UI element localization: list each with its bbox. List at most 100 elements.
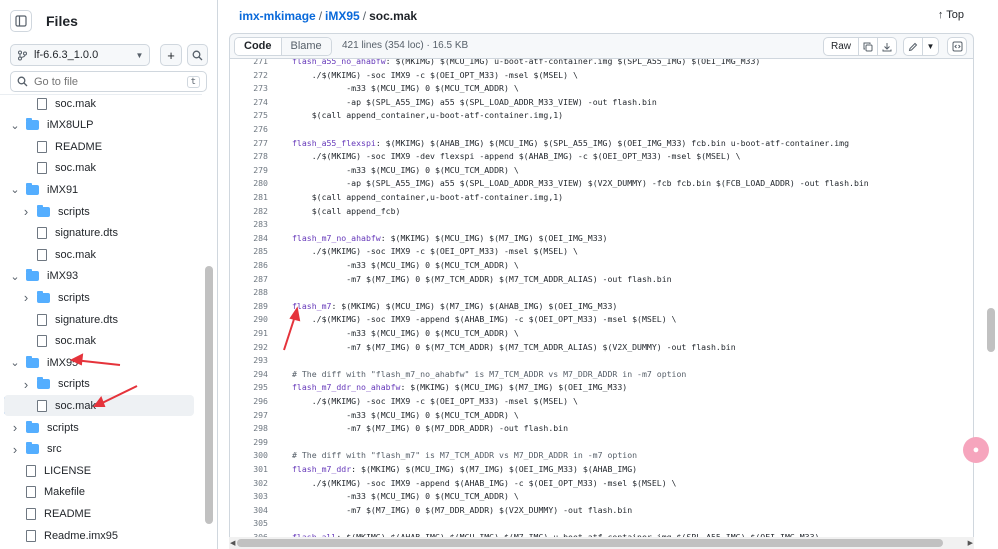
search-button[interactable] [186, 44, 208, 66]
edit-options-button[interactable]: ▼ [923, 37, 939, 56]
chevron-down-icon[interactable]: ⌄ [10, 270, 20, 283]
line-number[interactable]: 273 [238, 82, 268, 95]
line-number[interactable]: 277 [238, 137, 268, 150]
tree-folder-item[interactable]: ⌄ iMX95 [4, 352, 194, 373]
breadcrumb-repo-link[interactable]: imx-mkimage [239, 9, 316, 23]
line-number[interactable]: 283 [238, 218, 268, 231]
sidebar-scrollbar[interactable] [205, 266, 213, 524]
tree-file-item[interactable]: soc.mak [4, 395, 194, 417]
line-number[interactable]: 271 [238, 59, 268, 68]
line-number[interactable]: 288 [238, 286, 268, 299]
tree-file-item[interactable]: LICENSE [4, 460, 194, 481]
line-number[interactable]: 304 [238, 504, 268, 517]
code-text: flash_a55_flexspi: $(MKIMG) $(AHAB_IMG) … [292, 137, 849, 150]
code-text: -m33 $(MCU_IMG) 0 $(MCU_TCM_ADDR) \ [292, 328, 519, 338]
tree-item-label: iMX93 [47, 270, 79, 283]
code-text: -ap $(SPL_A55_IMG) a55 $(SPL_LOAD_ADDR_M… [292, 96, 657, 107]
tree-file-item[interactable]: signature.dts [4, 309, 194, 330]
folder-icon [37, 290, 50, 303]
file-icon [37, 140, 47, 153]
tree-folder-item[interactable]: ⌄ iMX8ULP [4, 115, 194, 136]
symbols-panel-button[interactable] [947, 37, 967, 56]
line-number[interactable]: 300 [238, 449, 268, 462]
line-number[interactable]: 278 [238, 150, 268, 163]
breadcrumb-folder-link[interactable]: iMX95 [325, 9, 360, 23]
chevron-right-icon[interactable]: › [21, 204, 31, 219]
tree-folder-item[interactable]: ⌄ iMX93 [4, 266, 194, 287]
line-number[interactable]: 291 [238, 327, 268, 340]
line-number[interactable]: 281 [238, 191, 268, 204]
tree-file-item[interactable]: README [4, 136, 194, 157]
download-button[interactable] [878, 37, 897, 56]
line-number[interactable]: 305 [238, 517, 268, 530]
line-number[interactable]: 302 [238, 477, 268, 490]
chevron-right-icon[interactable]: › [21, 290, 31, 305]
collapse-sidebar-button[interactable] [10, 10, 32, 32]
line-number[interactable]: 292 [238, 341, 268, 354]
tab-code[interactable]: Code [235, 38, 282, 55]
code-text: ./$(MKIMG) -soc IMX9 -c $(OEI_OPT_M33) -… [292, 246, 578, 257]
line-number[interactable]: 284 [238, 232, 268, 245]
scroll-left-icon[interactable]: ◀ [230, 539, 235, 547]
line-number[interactable]: 290 [238, 313, 268, 326]
line-number[interactable]: 293 [238, 354, 268, 367]
line-number[interactable]: 287 [238, 273, 268, 286]
edit-button[interactable] [903, 37, 923, 56]
code-line: 282 $(call append_fcb) [230, 205, 973, 218]
line-number[interactable]: 272 [238, 69, 268, 82]
page-scrollbar[interactable] [987, 308, 995, 352]
tree-file-item[interactable]: soc.mak [4, 158, 194, 179]
copy-raw-button[interactable] [859, 37, 878, 56]
line-number[interactable]: 280 [238, 177, 268, 190]
tree-folder-item[interactable]: ⌄ iMX91 [4, 179, 194, 200]
tree-folder-item[interactable]: › src [4, 439, 194, 460]
code-text: flash_m7: $(MKIMG) $(MCU_IMG) $(M7_IMG) … [292, 300, 617, 313]
line-number[interactable]: 298 [238, 422, 268, 435]
line-number[interactable]: 276 [238, 123, 268, 136]
floating-assistant-icon[interactable]: ● [963, 437, 989, 463]
copy-icon [863, 42, 873, 51]
chevron-down-icon[interactable]: ⌄ [10, 183, 20, 196]
line-number[interactable]: 297 [238, 409, 268, 422]
go-to-file-field[interactable]: t [10, 71, 207, 92]
line-number[interactable]: 294 [238, 368, 268, 381]
tree-folder-item[interactable]: › scripts [4, 374, 194, 395]
scroll-right-icon[interactable]: ▶ [968, 539, 973, 547]
line-number[interactable]: 299 [238, 436, 268, 449]
chevron-right-icon[interactable]: › [10, 420, 20, 435]
tree-file-item[interactable]: Makefile [4, 482, 194, 503]
line-number[interactable]: 286 [238, 259, 268, 272]
line-number[interactable]: 285 [238, 245, 268, 258]
tree-file-item[interactable]: soc.mak [4, 331, 194, 352]
line-number[interactable]: 282 [238, 205, 268, 218]
line-number[interactable]: 275 [238, 109, 268, 122]
chevron-down-icon[interactable]: ⌄ [10, 356, 20, 369]
tree-file-item[interactable]: README [4, 503, 194, 524]
line-number[interactable]: 295 [238, 381, 268, 394]
back-to-top-button[interactable]: ↑ Top [938, 9, 964, 21]
add-file-button[interactable]: + [160, 44, 182, 66]
tree-folder-item[interactable]: › scripts [4, 287, 194, 308]
tree-file-item[interactable]: soc.mak [4, 244, 194, 265]
line-number[interactable]: 274 [238, 96, 268, 109]
scrollbar-thumb[interactable] [237, 539, 943, 547]
line-number[interactable]: 289 [238, 300, 268, 313]
line-number[interactable]: 301 [238, 463, 268, 476]
tree-folder-item[interactable]: › scripts [4, 201, 194, 222]
plus-icon: + [167, 47, 175, 63]
line-number[interactable]: 296 [238, 395, 268, 408]
chevron-right-icon[interactable]: › [10, 442, 20, 457]
tree-file-item[interactable]: soc.mak [4, 95, 194, 114]
code-horizontal-scrollbar[interactable]: ◀ ▶ [229, 537, 974, 549]
raw-button[interactable]: Raw [822, 37, 859, 56]
line-number[interactable]: 303 [238, 490, 268, 503]
tab-blame[interactable]: Blame [281, 38, 331, 55]
chevron-down-icon[interactable]: ⌄ [10, 119, 20, 132]
chevron-right-icon[interactable]: › [21, 377, 31, 392]
branch-selector[interactable]: lf-6.6.3_1.0.0 ▼ [10, 44, 151, 66]
go-to-file-input[interactable] [34, 75, 187, 88]
line-number[interactable]: 279 [238, 164, 268, 177]
tree-file-item[interactable]: Readme.imx95 [4, 525, 194, 546]
tree-folder-item[interactable]: › scripts [4, 417, 194, 438]
tree-file-item[interactable]: signature.dts [4, 223, 194, 244]
